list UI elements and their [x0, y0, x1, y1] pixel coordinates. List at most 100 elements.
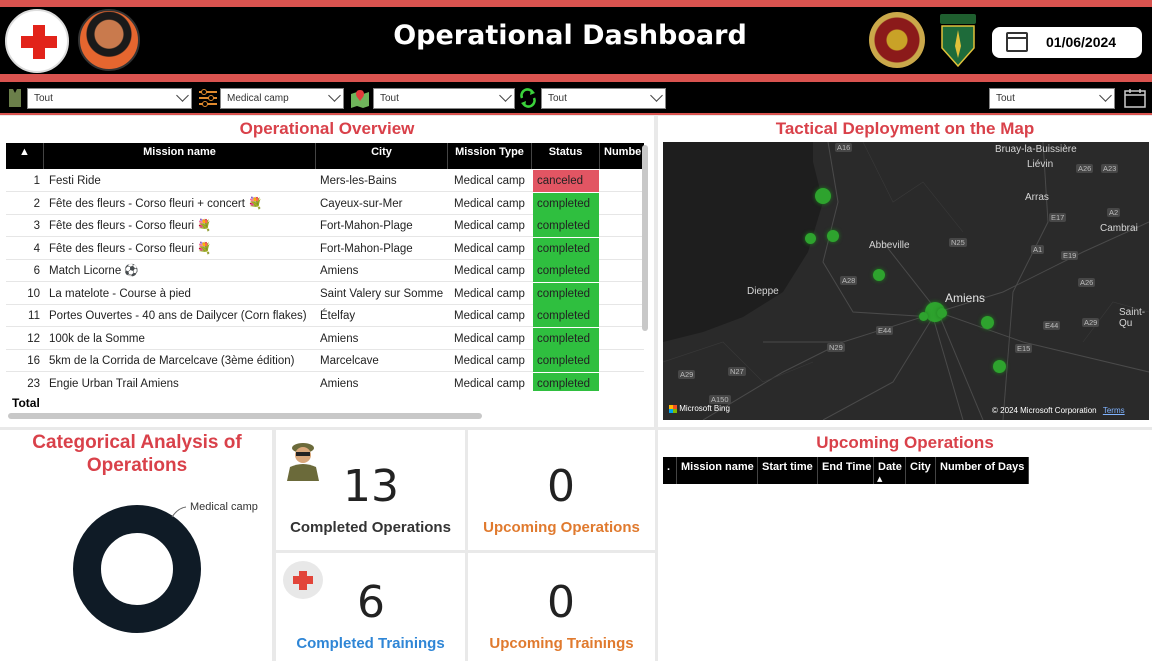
legend-leader-line — [171, 506, 187, 518]
road-label: E17 — [1049, 213, 1067, 222]
table-row[interactable]: 3 Fête des fleurs - Corso fleuri 💐 Fort-Ma… — [6, 215, 644, 237]
table-vertical-scrollbar[interactable] — [642, 145, 648, 331]
header-bar: Operational Dashboard 01/06/2024 — [0, 0, 1152, 84]
avatar[interactable] — [78, 9, 140, 71]
row-index: 10 — [27, 287, 40, 300]
filter-select-unit[interactable]: Tout — [27, 88, 192, 109]
mission-marker[interactable] — [993, 360, 1006, 373]
mission-name-cell: Match Licorne ⚽ — [49, 265, 139, 277]
sort-column-header[interactable]: ▲ — [6, 143, 44, 169]
table-total-label: Total — [12, 396, 40, 410]
mission-marker[interactable] — [981, 316, 994, 329]
table-row[interactable]: 11 Portes Ouvertes - 40 ans de Dailycer (… — [6, 305, 644, 327]
deployment-map[interactable]: A16 A26 A23 E17 A2 N25 A1 E19 A28 E44 A2… — [663, 142, 1149, 420]
table-row[interactable]: 2 Fête des fleurs - Corso fleuri + concer… — [6, 192, 644, 215]
column-header[interactable]: End Time — [818, 457, 874, 484]
missions-table: ▲ Mission name City Mission Type Status … — [6, 143, 644, 391]
mission-type-cell: Medical camp — [454, 377, 525, 390]
road-label: N27 — [728, 367, 746, 376]
status-cell: completed — [533, 237, 599, 260]
road-label: A150 — [709, 395, 731, 404]
mission-marker[interactable] — [805, 233, 816, 244]
date-display[interactable]: 01/06/2024 — [992, 27, 1142, 58]
table-row[interactable]: 4 Fête des fleurs - Corso fleuri 💐 Fort-Ma… — [6, 237, 644, 260]
mission-type-cell: Medical camp — [454, 332, 525, 345]
donut-label: Medical camp — [190, 501, 258, 513]
place-label: Cambrai — [1100, 223, 1138, 234]
row-index: 11 — [28, 310, 40, 322]
header-top-stripe — [0, 0, 1152, 7]
mission-type-cell: Medical camp — [454, 242, 525, 255]
marine-corps-seal-icon — [869, 12, 925, 68]
completed-trainings-label: Completed Trainings — [296, 635, 445, 652]
place-label: Bruay-la-Buissière — [995, 144, 1077, 155]
mission-type-cell: Medical camp — [454, 355, 525, 367]
city-cell: Marcelcave — [320, 355, 379, 367]
mission-type-cell: Medical camp — [454, 287, 525, 300]
header-bottom-stripe — [0, 74, 1152, 82]
mission-marker[interactable] — [827, 230, 839, 242]
column-header[interactable]: City — [316, 143, 448, 169]
upcoming-title: Upcoming Operations — [816, 433, 994, 452]
map-pin-icon — [351, 90, 369, 108]
row-index: 6 — [33, 265, 40, 277]
filter-select-city[interactable]: Tout — [373, 88, 515, 109]
date-value: 01/06/2024 — [1046, 34, 1117, 50]
filter-value: Tout — [380, 93, 399, 104]
chevron-down-icon — [1099, 89, 1112, 102]
upcoming-operations-value: 0 — [547, 461, 575, 512]
column-header[interactable]: . — [663, 457, 677, 484]
road-label: E44 — [1043, 321, 1061, 330]
column-header[interactable]: Number of Days — [936, 457, 1029, 484]
special-forces-patch-icon — [940, 14, 976, 68]
categorical-title: Categorical Analysis of Operations — [32, 432, 242, 476]
table-row[interactable]: 10 La matelote - Course à pied Saint Valer… — [6, 282, 644, 305]
mission-type-cell: Medical camp — [454, 310, 525, 322]
table-row[interactable]: 16 5km de la Corrida de Marcelcave (3ème … — [6, 350, 644, 372]
city-cell: Ételfay — [320, 310, 356, 322]
road-label: A1 — [1031, 245, 1045, 254]
completed-operations-value: 13 — [343, 461, 399, 512]
city-cell: Amiens — [320, 332, 359, 345]
table-horizontal-scrollbar[interactable] — [8, 413, 482, 419]
sort-ascending-icon: ▲ — [877, 475, 883, 483]
filter-select-mission-type[interactable]: Medical camp — [220, 88, 344, 109]
mission-marker[interactable] — [937, 308, 947, 318]
column-header[interactable]: City — [906, 457, 936, 484]
column-header[interactable]: Mission name — [44, 143, 316, 169]
status-cell: completed — [533, 260, 599, 282]
mission-marker[interactable] — [873, 269, 885, 281]
road-label: E19 — [1061, 251, 1079, 260]
table-row[interactable]: 12 100k de la Somme Amiens Medical camp comp… — [6, 327, 644, 350]
mission-marker[interactable] — [919, 312, 928, 321]
mission-type-cell: Medical camp — [454, 265, 525, 277]
dashboard: Operational Dashboard 01/06/2024 Tout Me… — [0, 0, 1152, 661]
mission-name-cell: Portes Ouvertes - 40 ans de Dailycer (Co… — [49, 310, 307, 322]
column-header[interactable]: Mission name — [677, 457, 758, 484]
road-label: N29 — [827, 343, 845, 352]
filter-select-status[interactable]: Tout — [541, 88, 666, 109]
table-row[interactable]: 6 Match Licorne ⚽ Amiens Medical camp comple… — [6, 260, 644, 282]
mission-name-cell: Fête des fleurs - Corso fleuri + concert… — [49, 197, 263, 210]
table-row[interactable]: 23 Engie Urban Trail Amiens Amiens Medical … — [6, 372, 644, 391]
calendar-icon[interactable] — [1123, 87, 1147, 109]
mission-name-cell: 100k de la Somme — [49, 332, 145, 345]
status-cell: completed — [533, 327, 599, 350]
column-header[interactable]: Mission Type — [448, 143, 532, 169]
row-index: 4 — [33, 242, 40, 255]
column-header[interactable]: Numbe — [600, 143, 644, 169]
map-title: Tactical Deployment on the Map — [775, 119, 1035, 138]
terms-link[interactable]: Terms — [1103, 406, 1125, 415]
status-cell: completed — [533, 192, 599, 215]
donut-slice[interactable] — [73, 505, 201, 633]
filter-value: Medical camp — [227, 93, 289, 104]
road-label: A16 — [835, 143, 853, 152]
mission-marker[interactable] — [815, 188, 831, 204]
column-header[interactable]: Status — [532, 143, 600, 169]
column-header[interactable]: Start time — [758, 457, 818, 484]
road-label: A29 — [678, 370, 696, 379]
mission-name-cell: 5km de la Corrida de Marcelcave (3ème éd… — [49, 355, 295, 367]
status-cell: canceled — [533, 170, 599, 192]
table-row[interactable]: 1 Festi Ride Mers-les-Bains Medical camp can… — [6, 170, 644, 192]
filter-select-date[interactable]: Tout — [989, 88, 1115, 109]
